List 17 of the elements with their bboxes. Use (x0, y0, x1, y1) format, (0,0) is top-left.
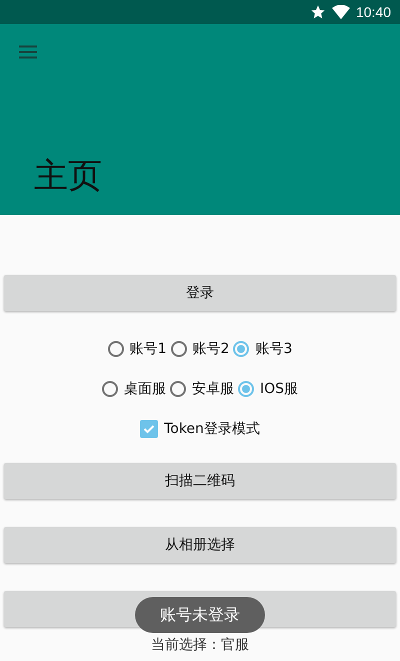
server-radio[interactable]: 桌面服 (102, 380, 166, 398)
server-radio[interactable]: IOS服 (238, 380, 298, 398)
status-time: 10:40 (356, 4, 391, 20)
account-radio[interactable]: 账号2 (170, 340, 230, 358)
action-button[interactable]: 扫描二维码 (4, 463, 396, 499)
menu-icon[interactable] (19, 45, 37, 59)
account-radio[interactable]: 账号3 (233, 340, 292, 358)
action-button[interactable]: 从相册选择 (4, 527, 396, 563)
current-selection: 当前选择：官服 (151, 637, 249, 653)
account-radio[interactable]: 账号1 (108, 340, 167, 358)
page-title: 主页 (34, 159, 103, 193)
star-icon (310, 4, 326, 20)
status-toast: 账号未登录 (135, 597, 265, 633)
login-button[interactable]: 登录 (4, 275, 396, 311)
wifi-icon (332, 4, 350, 20)
token-checkbox[interactable]: Token登录模式 (140, 420, 260, 438)
server-radio[interactable]: 安卓服 (170, 380, 234, 398)
